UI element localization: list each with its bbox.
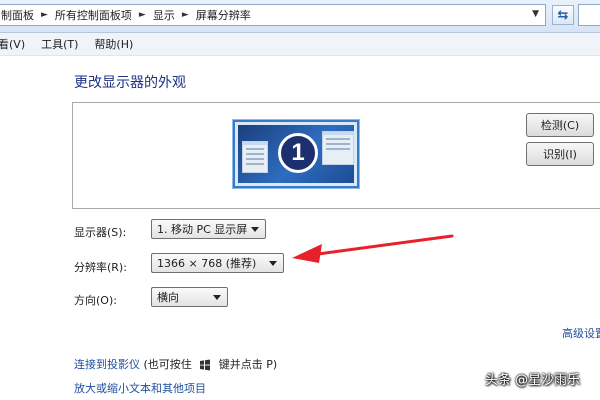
window-thumbnail xyxy=(322,131,354,165)
display-select[interactable]: 1. 移动 PC 显示屏 xyxy=(151,219,266,239)
breadcrumb-separator-icon[interactable]: ► xyxy=(41,10,48,20)
projector-row: 连接到投影仪 (也可按住 键并点击 P) xyxy=(74,356,277,372)
text-size-link[interactable]: 放大或缩小文本和其他项目 xyxy=(74,380,206,396)
chevron-down-icon[interactable]: ▼ xyxy=(532,9,539,19)
breadcrumb-control-panel[interactable]: 制面板 xyxy=(1,7,34,23)
projector-hint-prefix: (也可按住 xyxy=(143,358,192,371)
search-input[interactable] xyxy=(578,4,600,26)
address-bar[interactable]: 制面板 ► 所有控制面板项 ► 显示 ► 屏幕分辨率 ▼ xyxy=(0,4,546,26)
watermark: 头条 @星沙雨乐 xyxy=(484,373,580,388)
orientation-label: 方向(O): xyxy=(74,294,117,307)
refresh-icon: ⇆ xyxy=(557,7,569,23)
breadcrumb-separator-icon[interactable]: ► xyxy=(182,10,189,20)
display-label: 显示器(S): xyxy=(74,226,127,239)
breadcrumb-screen-resolution[interactable]: 屏幕分辨率 xyxy=(196,7,251,23)
display-preview: 1 xyxy=(72,102,600,209)
breadcrumb-all-items[interactable]: 所有控制面板项 xyxy=(55,7,132,23)
menu-tools[interactable]: 工具(T) xyxy=(41,36,78,52)
resolution-select-value: 1366 × 768 (推荐) xyxy=(157,257,257,270)
chevron-down-icon xyxy=(251,227,259,232)
orientation-select[interactable]: 横向 xyxy=(151,287,228,307)
advanced-settings-link[interactable]: 高级设置 xyxy=(562,325,600,341)
resolution-label: 分辨率(R): xyxy=(74,261,127,274)
menu-view[interactable]: 看(V) xyxy=(0,36,25,52)
window-thumbnail xyxy=(242,141,268,173)
breadcrumb-separator-icon[interactable]: ► xyxy=(139,10,146,20)
projector-hint-suffix: 键并点击 P) xyxy=(218,358,278,371)
refresh-button[interactable]: ⇆ xyxy=(552,5,574,25)
orientation-select-value: 横向 xyxy=(157,291,179,304)
windows-logo-icon xyxy=(200,359,211,371)
menu-help[interactable]: 帮助(H) xyxy=(94,36,133,52)
resolution-select[interactable]: 1366 × 768 (推荐) xyxy=(151,253,284,273)
display-select-value: 1. 移动 PC 显示屏 xyxy=(157,223,248,236)
identify-button[interactable]: 识别(I) xyxy=(526,142,594,166)
chevron-down-icon xyxy=(213,295,221,300)
chevron-down-icon xyxy=(269,261,277,266)
detect-button[interactable]: 检测(C) xyxy=(526,113,594,137)
breadcrumb-display[interactable]: 显示 xyxy=(153,7,175,23)
monitor-thumbnail[interactable]: 1 xyxy=(233,120,359,188)
monitor-number-badge: 1 xyxy=(278,133,318,173)
projector-link[interactable]: 连接到投影仪 xyxy=(74,358,140,371)
monitor-screen: 1 xyxy=(238,125,354,183)
page-title: 更改显示器的外观 xyxy=(74,75,186,91)
address-bar-area: 制面板 ► 所有控制面板项 ► 显示 ► 屏幕分辨率 ▼ ⇆ xyxy=(0,0,600,33)
menu-bar: 看(V) 工具(T) 帮助(H) xyxy=(0,33,600,56)
